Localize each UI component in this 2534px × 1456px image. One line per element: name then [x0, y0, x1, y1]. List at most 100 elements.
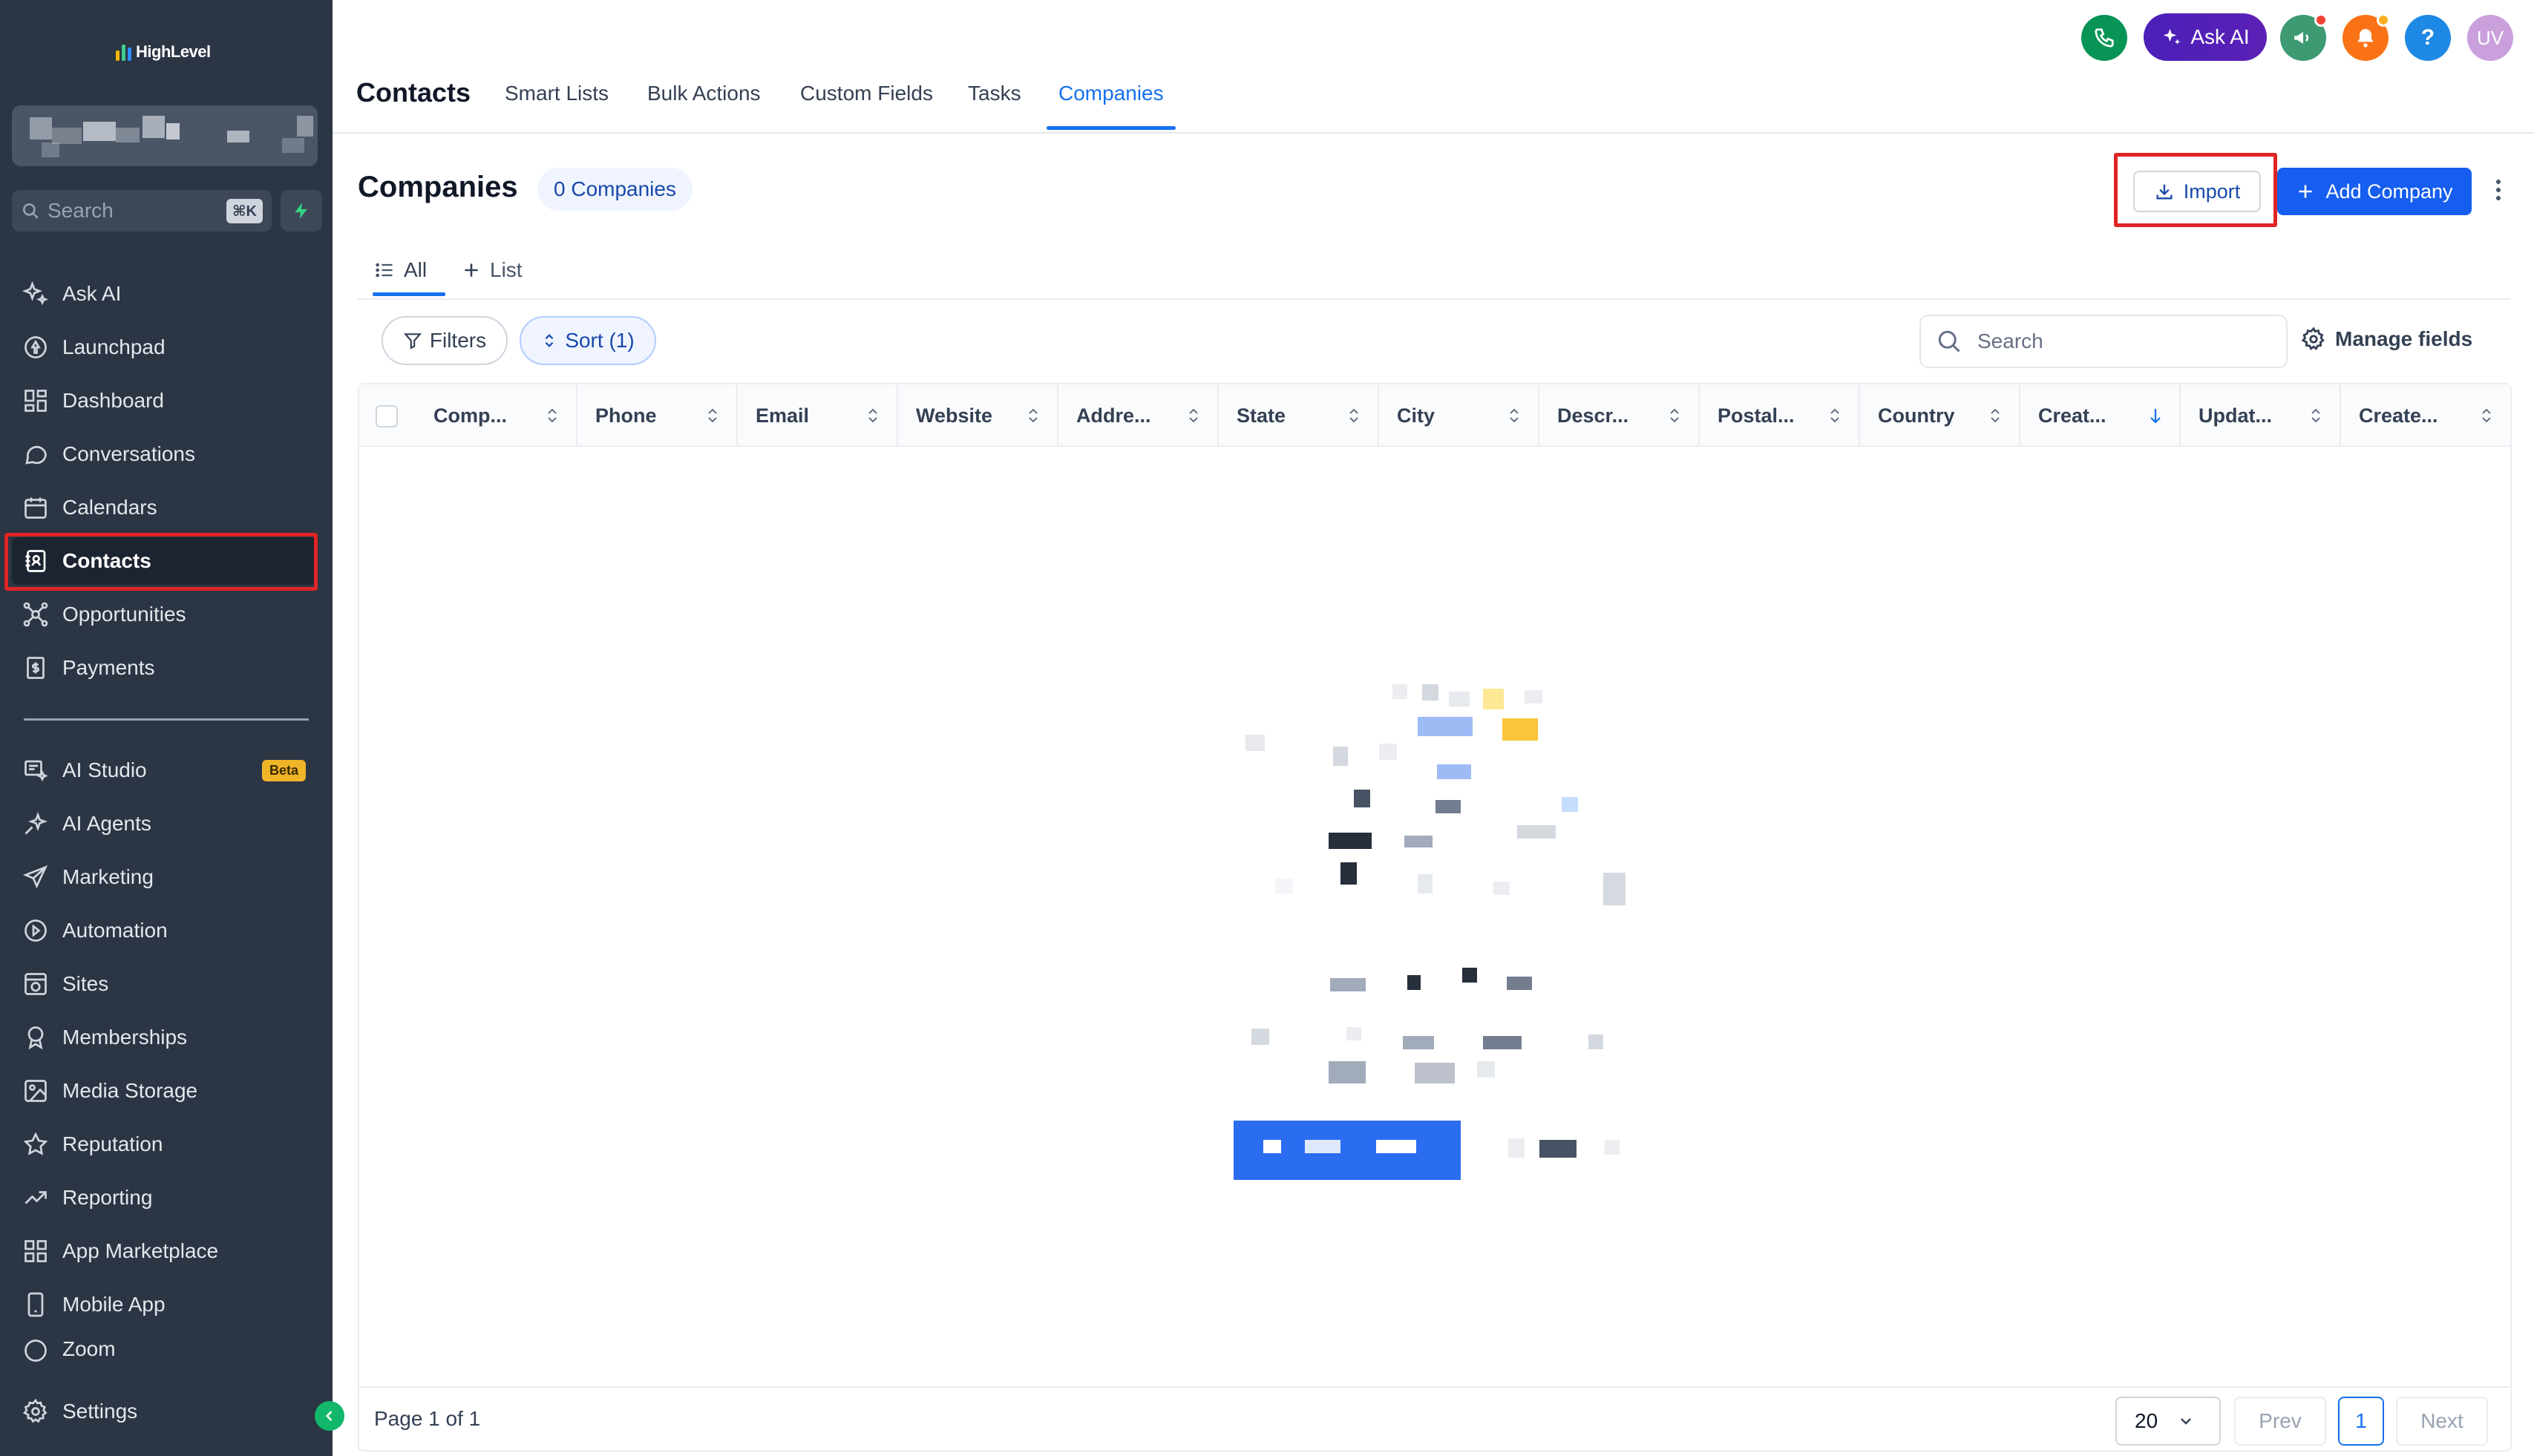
more-options-button[interactable]	[2491, 175, 2506, 205]
select-all-checkbox[interactable]	[376, 405, 398, 427]
sidebar-item-contacts[interactable]: Contacts	[12, 537, 316, 585]
view-tab-all[interactable]: All	[374, 258, 427, 282]
column-label: Descr...	[1557, 404, 1629, 427]
column-header-postal[interactable]: Postal...	[1700, 384, 1860, 447]
sidebar-item-reporting[interactable]: Reporting	[12, 1174, 316, 1221]
sort-icon	[1189, 408, 1198, 423]
column-header-email[interactable]: Email	[738, 384, 898, 447]
sidebar-item-calendars[interactable]: Calendars	[12, 484, 316, 531]
download-icon	[2156, 184, 2173, 200]
unread-dot	[2314, 13, 2328, 27]
column-label: Postal...	[1718, 404, 1795, 427]
column-header-description[interactable]: Descr...	[1539, 384, 1700, 447]
filters-button[interactable]: Filters	[382, 316, 508, 365]
account-switcher[interactable]	[12, 105, 318, 166]
import-button[interactable]: Import	[2133, 171, 2261, 212]
column-header-city[interactable]: City	[1379, 384, 1539, 447]
column-header-created[interactable]: Creat...	[2020, 384, 2181, 447]
sidebar-item-conversations[interactable]: Conversations	[12, 430, 316, 478]
manage-fields-button[interactable]: Manage fields	[2301, 327, 2472, 352]
sidebar-item-zoom[interactable]: Zoom	[12, 1334, 316, 1364]
sparkles-icon	[22, 281, 48, 306]
column-header-address[interactable]: Addre...	[1058, 384, 1219, 447]
brand-logo[interactable]: HighLevel	[116, 40, 211, 64]
column-label: Email	[756, 404, 810, 427]
sidebar-item-payments[interactable]: Payments	[12, 644, 316, 692]
column-header-company[interactable]: Comp...	[416, 384, 577, 447]
sort-label: Sort (1)	[565, 329, 635, 352]
column-label: Country	[1878, 404, 1955, 427]
column-header-country[interactable]: Country	[1860, 384, 2020, 447]
help-button[interactable]: ?	[2405, 15, 2451, 61]
ask-ai-button[interactable]: Ask AI	[2144, 13, 2267, 61]
sidebar-item-label: Settings	[62, 1400, 138, 1423]
announcements-button[interactable]	[2280, 13, 2328, 61]
trend-icon	[24, 1191, 47, 1204]
tab-custom-fields[interactable]: Custom Fields	[800, 82, 933, 105]
column-header-phone[interactable]: Phone	[577, 384, 738, 447]
current-page-button[interactable]: 1	[2338, 1397, 2384, 1446]
sidebar-item-dashboard[interactable]: Dashboard	[12, 377, 316, 424]
column-label: Creat...	[2038, 404, 2106, 427]
sidebar-search[interactable]: Search ⌘K	[12, 190, 272, 232]
sidebar-item-settings[interactable]: Settings	[12, 1388, 316, 1435]
table-search-input[interactable]: Search	[1919, 315, 2288, 368]
prev-page-button[interactable]: Prev	[2234, 1397, 2326, 1446]
sidebar-item-ask-ai[interactable]: Ask AI	[12, 270, 316, 318]
companies-count-badge: 0 Companies	[537, 168, 693, 211]
avatar[interactable]: UV	[2467, 15, 2513, 61]
ask-ai-label: Ask AI	[2190, 25, 2250, 48]
notifications-button[interactable]	[2343, 13, 2390, 61]
column-header-website[interactable]: Website	[898, 384, 1058, 447]
collapse-sidebar-button[interactable]	[315, 1401, 344, 1431]
sidebar-item-app-marketplace[interactable]: App Marketplace	[12, 1227, 316, 1275]
sidebar-item-launchpad[interactable]: Launchpad	[12, 324, 316, 371]
plus-icon	[2299, 185, 2313, 198]
next-page-button[interactable]: Next	[2396, 1397, 2488, 1446]
column-header-state[interactable]: State	[1219, 384, 1379, 447]
sidebar-item-mobile-app[interactable]: Mobile App	[12, 1281, 316, 1328]
sort-icon	[1349, 408, 1358, 423]
sidebar-item-ai-agents[interactable]: AI Agents	[12, 800, 316, 847]
sort-icon	[1830, 408, 1839, 423]
add-company-button[interactable]: Add Company	[2277, 168, 2472, 215]
sidebar-item-automation[interactable]: Automation	[12, 907, 316, 954]
sidebar-item-marketing[interactable]: Marketing	[12, 853, 316, 901]
sidebar-item-sites[interactable]: Sites	[12, 960, 316, 1008]
phone-button[interactable]	[2081, 15, 2127, 61]
award-icon	[27, 1026, 44, 1050]
column-label: Create...	[2359, 404, 2438, 427]
sidebar-item-media-storage[interactable]: Media Storage	[12, 1067, 316, 1115]
search-icon	[1938, 330, 1960, 352]
tab-tasks[interactable]: Tasks	[968, 82, 1021, 105]
column-label: Addre...	[1076, 404, 1151, 427]
sidebar-item-opportunities[interactable]: Opportunities	[12, 591, 316, 638]
sidebar-item-label: Opportunities	[62, 603, 186, 626]
sidebar-item-label: Launchpad	[62, 335, 166, 358]
gear-icon	[2301, 327, 2325, 350]
sidebar-item-memberships[interactable]: Memberships	[12, 1014, 316, 1061]
add-list-button[interactable]: List	[462, 258, 523, 282]
plus-icon	[465, 263, 478, 277]
bell-icon	[2357, 29, 2374, 47]
sort-button[interactable]: Sort (1)	[520, 316, 656, 365]
network-icon	[23, 602, 48, 627]
tab-smart-lists[interactable]: Smart Lists	[505, 82, 609, 105]
per-page-select[interactable]: 20	[2115, 1397, 2221, 1446]
brand-name: HighLevel	[136, 42, 211, 61]
tab-bulk-actions[interactable]: Bulk Actions	[647, 82, 761, 105]
sidebar-item-ai-studio[interactable]: AI Studio Beta	[12, 747, 316, 794]
active-view-indicator	[373, 292, 445, 296]
zoom-icon	[24, 1339, 47, 1362]
column-header-updated[interactable]: Updat...	[2181, 384, 2341, 447]
tab-companies[interactable]: Companies	[1058, 82, 1164, 105]
sidebar-item-label: AI Studio	[62, 758, 147, 781]
sort-desc-icon	[2150, 409, 2161, 424]
quick-actions-button[interactable]	[281, 190, 322, 232]
lightning-icon	[295, 203, 307, 219]
column-header-created-by[interactable]: Create...	[2341, 384, 2510, 447]
grid-icon	[24, 1240, 47, 1262]
sidebar-item-reputation[interactable]: Reputation	[12, 1121, 316, 1168]
sidebar-search-placeholder: Search	[48, 199, 114, 222]
sidebar-divider	[24, 718, 309, 721]
